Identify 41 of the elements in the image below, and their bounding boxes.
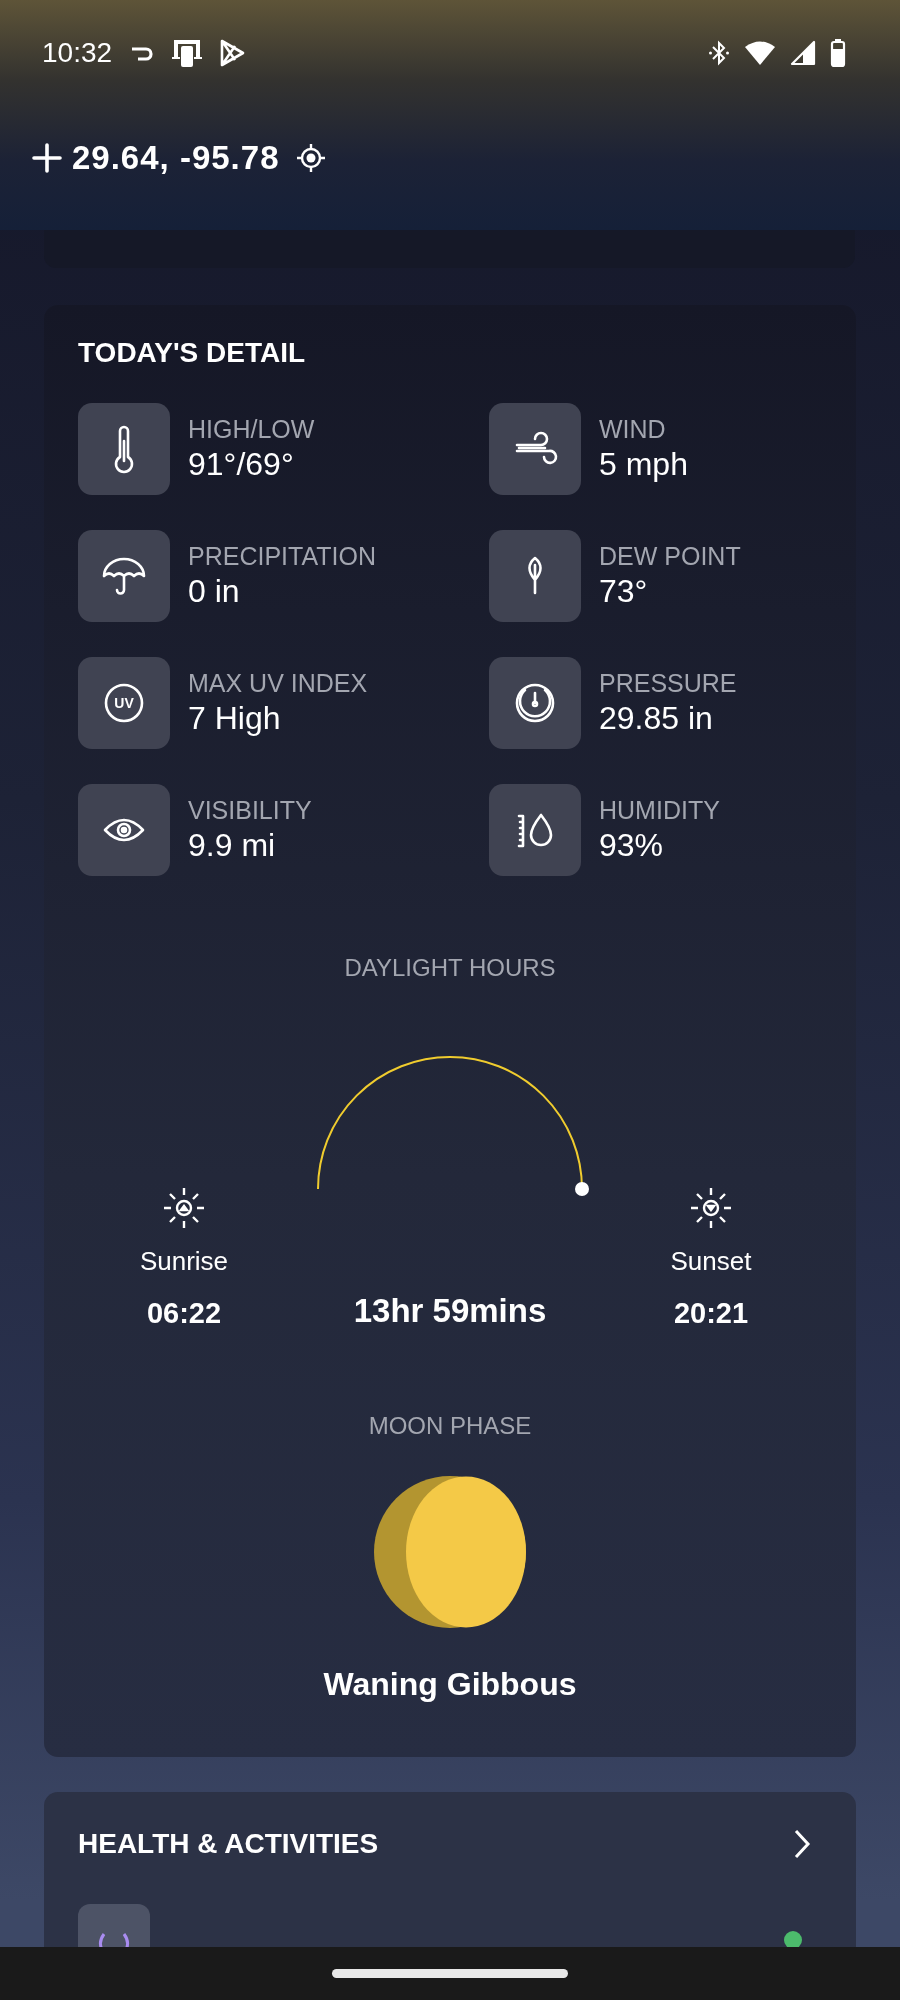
sunrise-icon	[162, 1186, 206, 1230]
detail-value: 9.9 mi	[188, 827, 277, 864]
sunset-label: Sunset	[670, 1246, 752, 1277]
bluetooth-icon	[708, 39, 730, 67]
detail-label: MAX UV INDEX	[188, 669, 368, 698]
signal-icon	[790, 40, 816, 66]
detail-label: PRECIPITATION	[188, 542, 376, 571]
chevron-right-icon[interactable]	[792, 1828, 812, 1860]
location-coordinates[interactable]: 29.64, -95.78	[72, 139, 280, 177]
detail-label: WIND	[599, 415, 667, 444]
status-time: 10:32	[42, 37, 113, 69]
sunrise-time: 06:22	[146, 1297, 222, 1330]
detail-label: HUMIDITY	[599, 796, 720, 825]
device-icon	[170, 37, 205, 69]
sunset-icon	[689, 1186, 733, 1230]
detail-label: DEW POINT	[599, 542, 741, 571]
section-title: TODAY'S DETAIL	[78, 337, 307, 369]
daylight-title: DAYLIGHT HOURS	[344, 954, 556, 982]
section-title: HEALTH & ACTIVITIES	[78, 1828, 379, 1860]
sunset-time: 20:21	[673, 1297, 749, 1330]
detail-value: 93%	[599, 827, 665, 864]
wifi-icon	[744, 40, 776, 66]
moon-phase-title: MOON PHASE	[368, 1412, 532, 1440]
sunrise-label: Sunrise	[139, 1246, 229, 1277]
detail-value: 73°	[599, 573, 649, 610]
detail-value: 29.85 in	[599, 700, 714, 737]
detail-value: 5 mph	[599, 446, 688, 483]
home-handle[interactable]	[332, 1969, 568, 1978]
detail-value: 7 High	[188, 700, 282, 737]
daylight-duration: 13hr 59mins	[353, 1292, 547, 1330]
detail-value: 0 in	[188, 573, 241, 610]
detail-label: PRESSURE	[599, 669, 737, 698]
moon-icon	[374, 1476, 526, 1628]
moon-phase-name: Waning Gibbous	[323, 1666, 577, 1703]
battery-icon	[830, 38, 846, 68]
detail-value: 91°/69°	[188, 446, 295, 483]
add-icon[interactable]	[32, 143, 62, 173]
detail-label: VISIBILITY	[188, 796, 312, 825]
detail-label: HIGH/LOW	[188, 415, 315, 444]
location-target-icon[interactable]	[295, 143, 326, 173]
play-icon	[218, 38, 247, 68]
